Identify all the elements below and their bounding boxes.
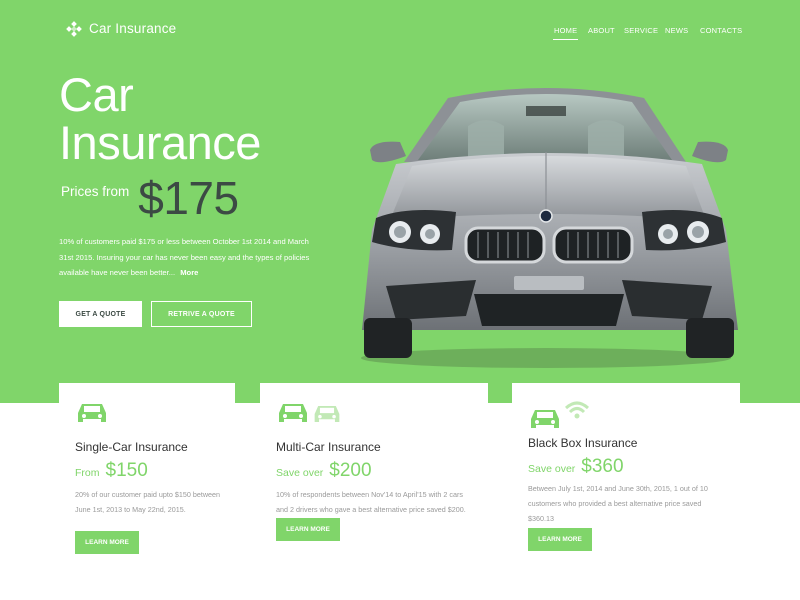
main-nav: HOME ABOUT SERVICE NEWS CONTACTS [0, 26, 800, 46]
hero-headline: Car Insurance [59, 71, 261, 167]
card-description: 10% of respondents between Nov'14 to Apr… [276, 490, 466, 514]
card-title: Single-Car Insurance [75, 440, 188, 454]
hero-price: $175 [138, 172, 239, 224]
card-price: $150 [105, 460, 148, 481]
hero-headline-line1: Car [59, 68, 134, 121]
car-icon [75, 400, 109, 431]
learn-more-button[interactable]: LEARN MORE [528, 528, 592, 551]
hero-car-image [356, 80, 742, 368]
hero-description: 10% of customers paid $175 or less betwe… [59, 234, 324, 281]
retrieve-a-quote-button[interactable]: RETRIVE A QUOTE [151, 301, 252, 327]
get-a-quote-button[interactable]: GET A QUOTE [59, 301, 142, 327]
card-icons [528, 401, 590, 437]
card-price-row: Save over $360 [528, 456, 624, 478]
hero-headline-line2: Insurance [59, 116, 261, 169]
card-description: 20% of our customer paid upto $150 betwe… [75, 490, 221, 514]
card-icons [276, 403, 342, 431]
hero-section: Car Insurance HOME ABOUT SERVICE NEWS CO… [0, 0, 800, 403]
more-link[interactable]: More [180, 268, 198, 277]
hero-price-row: Prices from $175 [61, 172, 239, 224]
card-title: Multi-Car Insurance [276, 440, 381, 454]
nav-news[interactable]: NEWS [665, 26, 688, 35]
card-price-label: From [75, 467, 100, 479]
card-price-row: From $150 [75, 460, 148, 482]
wifi-signal-icon [564, 401, 590, 424]
card-icons [75, 403, 109, 431]
card-description: Between July 1st, 2014 and June 30th, 20… [528, 484, 708, 523]
card-price-label: Save over [528, 463, 576, 475]
car-light-icon [312, 402, 342, 431]
car-icon [528, 406, 562, 437]
card-single-car: Single-Car Insurance From $150 20% of ou… [59, 383, 235, 600]
nav-home[interactable]: HOME [552, 26, 579, 40]
card-price-label: Save over [276, 467, 324, 479]
car-icon [276, 400, 310, 431]
learn-more-button[interactable]: LEARN MORE [75, 531, 139, 554]
card-black-box: Black Box Insurance Save over $360 Betwe… [512, 383, 740, 600]
prices-from-label: Prices from [61, 184, 130, 199]
card-title: Black Box Insurance [528, 436, 638, 450]
card-price: $200 [329, 460, 372, 481]
nav-about[interactable]: ABOUT [588, 26, 615, 35]
card-multi-car: Multi-Car Insurance Save over $200 10% o… [260, 383, 488, 600]
learn-more-button[interactable]: LEARN MORE [276, 518, 340, 541]
nav-contacts[interactable]: CONTACTS [700, 26, 742, 35]
card-price: $360 [581, 456, 624, 477]
nav-service[interactable]: SERVICE [624, 26, 658, 35]
card-price-row: Save over $200 [276, 460, 372, 482]
